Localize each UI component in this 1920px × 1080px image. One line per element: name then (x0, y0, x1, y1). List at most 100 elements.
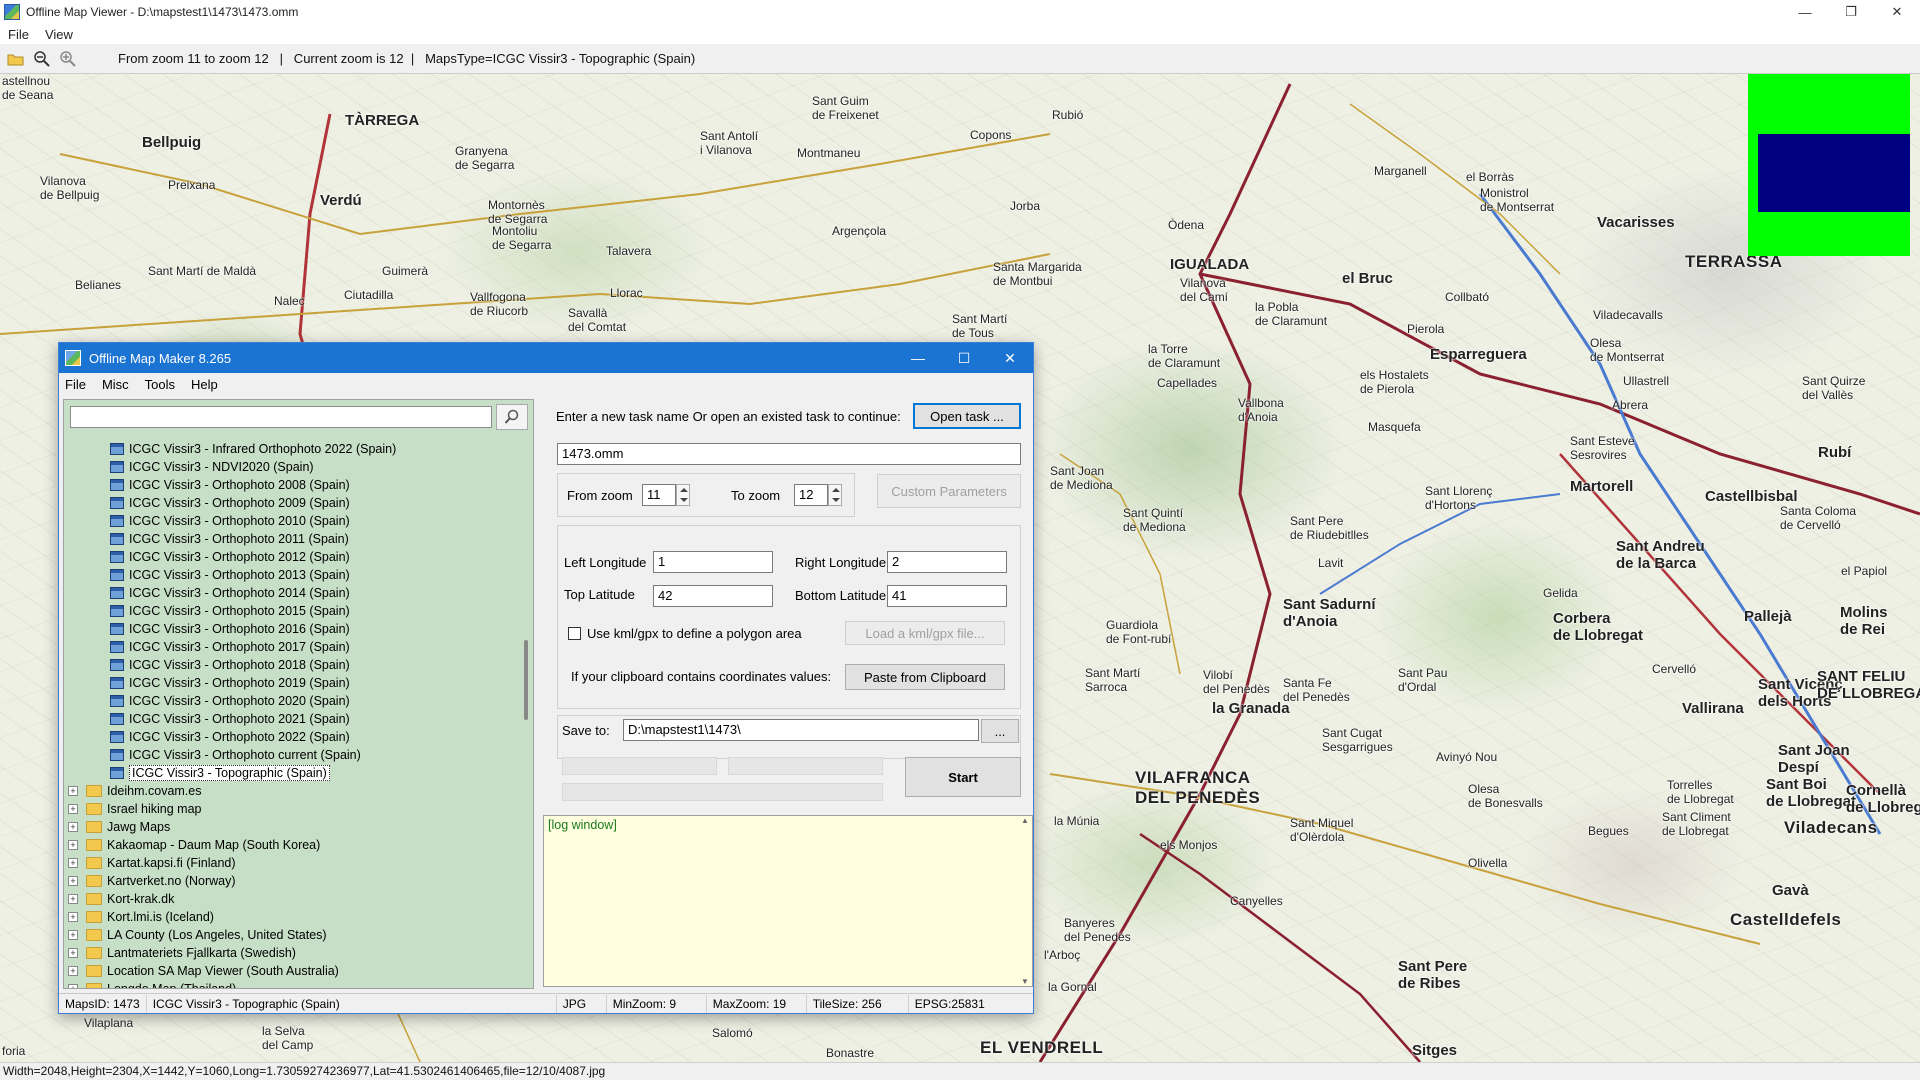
dialog-app-icon (65, 350, 81, 366)
tree-map-item[interactable]: ICGC Vissir3 - Orthophoto 2015 (Spain) (64, 602, 520, 620)
tree-folder-item[interactable]: + Kartverket.no (Norway) (64, 872, 520, 890)
dialog-window-controls: — ☐ ✕ (895, 343, 1033, 373)
tree-map-item[interactable]: ICGC Vissir3 - Orthophoto 2019 (Spain) (64, 674, 520, 692)
tree-map-item[interactable]: ICGC Vissir3 - Topographic (Spain) (64, 764, 520, 782)
dialog-menu-file[interactable]: File (65, 377, 86, 392)
map-place-label: Gavà (1772, 882, 1809, 899)
expand-icon[interactable]: + (68, 912, 78, 922)
tree-folder-item[interactable]: + Israel hiking map (64, 800, 520, 818)
bottom-latitude-field[interactable]: 41 (887, 585, 1007, 607)
dialog-menu-tools[interactable]: Tools (145, 377, 175, 392)
tree-map-item[interactable]: ICGC Vissir3 - Orthophoto 2012 (Spain) (64, 548, 520, 566)
from-zoom-spinner[interactable] (676, 484, 690, 506)
tree-map-item[interactable]: ICGC Vissir3 - NDVI2020 (Spain) (64, 458, 520, 476)
tree-folder-item[interactable]: + Jawg Maps (64, 818, 520, 836)
tree-item-label: ICGC Vissir3 - Orthophoto 2015 (Spain) (129, 604, 350, 618)
minimize-icon[interactable]: — (1782, 0, 1828, 24)
dialog-maximize-icon[interactable]: ☐ (941, 343, 987, 373)
map-place-label: Sant Martí de Tous (952, 312, 1008, 340)
tree-map-item[interactable]: ICGC Vissir3 - Orthophoto 2008 (Spain) (64, 476, 520, 494)
open-task-button[interactable]: Open task ... (913, 403, 1021, 429)
tree-map-item[interactable]: ICGC Vissir3 - Orthophoto 2013 (Spain) (64, 566, 520, 584)
map-search-input[interactable] (70, 406, 492, 428)
log-window[interactable]: [log window] ▲ ▼ (543, 815, 1033, 987)
expand-icon[interactable]: + (68, 786, 78, 796)
expand-icon[interactable]: + (68, 984, 78, 988)
dialog-close-icon[interactable]: ✕ (987, 343, 1033, 373)
tree-map-item[interactable]: ICGC Vissir3 - Infrared Orthophoto 2022 … (64, 440, 520, 458)
zoom-in-icon[interactable] (58, 49, 78, 69)
custom-parameters-button[interactable]: Custom Parameters (877, 474, 1021, 508)
expand-icon[interactable]: + (68, 948, 78, 958)
dialog-minimize-icon[interactable]: — (895, 343, 941, 373)
top-latitude-field[interactable]: 42 (653, 585, 773, 607)
tree-map-item[interactable]: ICGC Vissir3 - Orthophoto 2022 (Spain) (64, 728, 520, 746)
map-place-label: Pallejà (1744, 608, 1792, 625)
load-kml-button[interactable]: Load a kml/gpx file... (845, 621, 1005, 645)
tree-folder-item[interactable]: + Ideihm.covam.es (64, 782, 520, 800)
map-place-label: Santa Coloma de Cervelló (1780, 504, 1857, 532)
scroll-down-icon[interactable]: ▼ (1021, 977, 1029, 986)
tree-map-item[interactable]: ICGC Vissir3 - Orthophoto current (Spain… (64, 746, 520, 764)
tree-map-item[interactable]: ICGC Vissir3 - Orthophoto 2020 (Spain) (64, 692, 520, 710)
task-name-field[interactable]: 1473.omm (557, 443, 1021, 465)
expand-icon[interactable]: + (68, 840, 78, 850)
search-button[interactable] (496, 404, 528, 430)
close-icon[interactable]: ✕ (1874, 0, 1920, 24)
expand-icon[interactable]: + (68, 876, 78, 886)
dialog-menu-help[interactable]: Help (191, 377, 218, 392)
browse-folder-button[interactable]: ... (981, 719, 1019, 743)
restore-icon[interactable]: ❐ (1828, 0, 1874, 24)
tree-item-label: ICGC Vissir3 - Orthophoto 2017 (Spain) (129, 640, 350, 654)
map-place-label: Masquefa (1368, 420, 1421, 434)
expand-icon[interactable]: + (68, 858, 78, 868)
tree-folder-item[interactable]: + LA County (Los Angeles, United States) (64, 926, 520, 944)
dialog-title-bar[interactable]: Offline Map Maker 8.265 — ☐ ✕ (59, 343, 1033, 373)
tree-folder-item[interactable]: + Kort-krak.dk (64, 890, 520, 908)
tree-map-item[interactable]: ICGC Vissir3 - Orthophoto 2017 (Spain) (64, 638, 520, 656)
map-place-label: Sant Llorenç d'Hortons (1425, 484, 1493, 512)
paste-clipboard-button[interactable]: Paste from Clipboard (845, 664, 1005, 690)
tree-folder-item[interactable]: + Kartat.kapsi.fi (Finland) (64, 854, 520, 872)
from-zoom-field[interactable]: 11 (642, 484, 676, 506)
save-path-field[interactable]: D:\mapstest1\1473\ (623, 719, 979, 741)
to-zoom-field[interactable]: 12 (794, 484, 828, 506)
log-scrollbar[interactable]: ▲ ▼ (1018, 816, 1032, 986)
right-longitude-field[interactable]: 2 (887, 551, 1007, 573)
tree-map-item[interactable]: ICGC Vissir3 - Orthophoto 2011 (Spain) (64, 530, 520, 548)
tree-scroll-thumb[interactable] (524, 640, 528, 720)
zoom-out-icon[interactable] (32, 49, 52, 69)
dialog-menu-misc[interactable]: Misc (102, 377, 129, 392)
expand-icon[interactable]: + (68, 804, 78, 814)
tree-scrollbar[interactable] (522, 440, 534, 988)
left-longitude-field[interactable]: 1 (653, 551, 773, 573)
use-kml-checkbox[interactable] (568, 627, 581, 640)
expand-icon[interactable]: + (68, 894, 78, 904)
start-button[interactable]: Start (905, 757, 1021, 797)
map-place-label: Viladecavalls (1593, 308, 1663, 322)
tree-map-item[interactable]: ICGC Vissir3 - Orthophoto 2009 (Spain) (64, 494, 520, 512)
tree-map-item[interactable]: ICGC Vissir3 - Orthophoto 2021 (Spain) (64, 710, 520, 728)
open-folder-icon[interactable] (6, 49, 26, 69)
tree-map-item[interactable]: ICGC Vissir3 - Orthophoto 2018 (Spain) (64, 656, 520, 674)
tree-folder-item[interactable]: + Lantmateriets Fjallkarta (Swedish) (64, 944, 520, 962)
map-place-label: Guimerà (382, 264, 429, 278)
scroll-up-icon[interactable]: ▲ (1021, 816, 1029, 825)
to-zoom-spinner[interactable] (828, 484, 842, 506)
tree-map-item[interactable]: ICGC Vissir3 - Orthophoto 2014 (Spain) (64, 584, 520, 602)
map-source-tree[interactable]: ICGC Vissir3 - Infrared Orthophoto 2022 … (64, 440, 520, 988)
expand-icon[interactable]: + (68, 822, 78, 832)
expand-icon[interactable]: + (68, 966, 78, 976)
tree-folder-item[interactable]: + Longdo Map (Thailand) (64, 980, 520, 988)
menu-file[interactable]: File (8, 27, 29, 42)
tree-map-item[interactable]: ICGC Vissir3 - Orthophoto 2010 (Spain) (64, 512, 520, 530)
expand-icon[interactable]: + (68, 930, 78, 940)
map-source-pane: ICGC Vissir3 - Infrared Orthophoto 2022 … (63, 399, 534, 989)
tree-folder-item[interactable]: + Kort.lmi.is (Iceland) (64, 908, 520, 926)
tree-folder-item[interactable]: + Location SA Map Viewer (South Australia… (64, 962, 520, 980)
tree-folder-item[interactable]: + Kakaomap - Daum Map (South Korea) (64, 836, 520, 854)
map-place-label: Sant Quirze del Vallès (1802, 374, 1866, 402)
map-place-label: Corbera de Llobregat (1553, 610, 1644, 644)
menu-view[interactable]: View (45, 27, 73, 42)
tree-map-item[interactable]: ICGC Vissir3 - Orthophoto 2016 (Spain) (64, 620, 520, 638)
